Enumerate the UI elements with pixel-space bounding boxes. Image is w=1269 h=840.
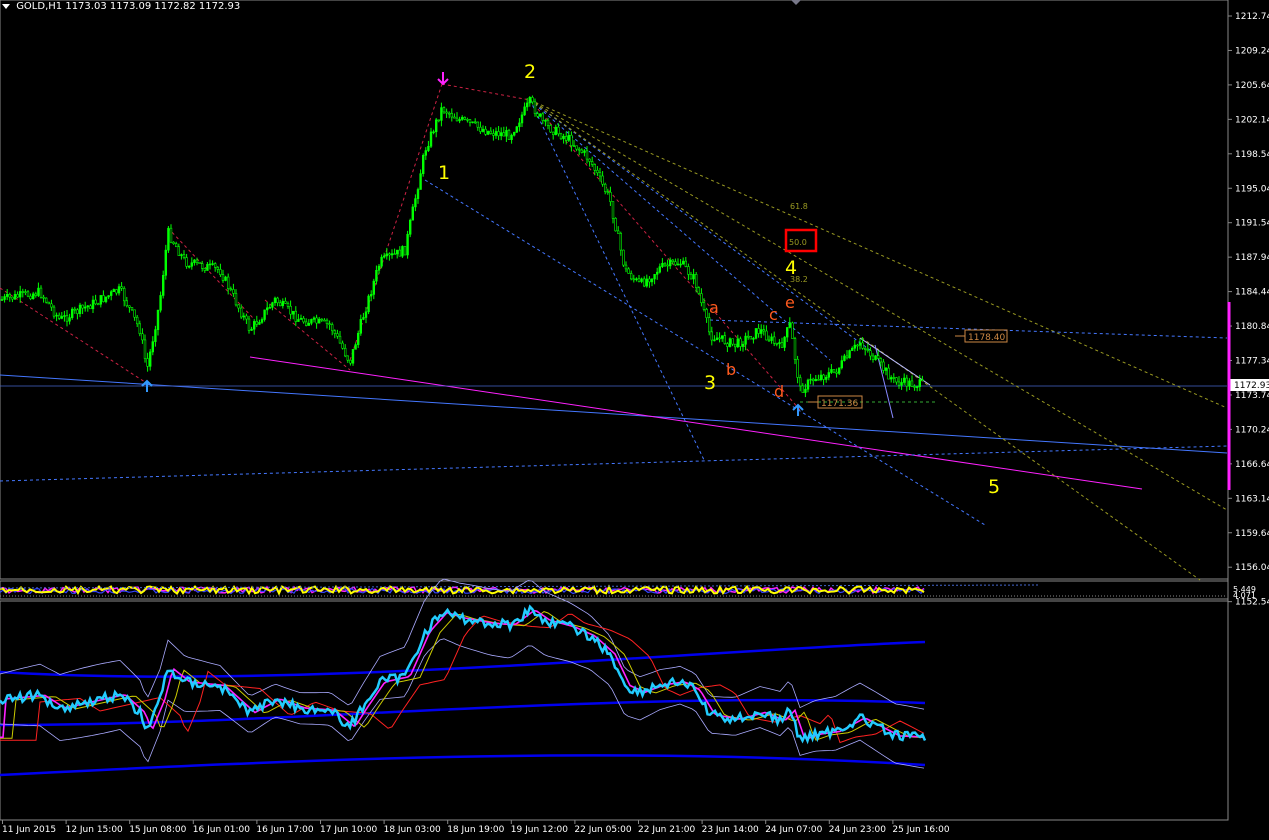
price-tag-1178: 1178.40	[955, 329, 1008, 343]
price-tick-label: 1163.14	[1235, 494, 1269, 504]
price-tick-label: 1166.64	[1235, 460, 1269, 470]
fib-382-label: 38.2	[790, 275, 808, 284]
price-axis: 1212.74 1209.24 1205.64 1202.14 1198.54 1195.…	[1228, 12, 1269, 608]
time-tick-label: 16 Jun 01:00	[193, 825, 250, 835]
wave-1-label: 1	[438, 162, 450, 184]
price-tick-label: 1212.74	[1235, 12, 1269, 22]
up-arrow-icon-2	[792, 403, 804, 416]
trendlines	[0, 83, 1228, 581]
up-arrow-icon	[141, 379, 153, 392]
wave-e-label: e	[785, 293, 795, 312]
oscillator-pane-frame	[0, 600, 1229, 821]
blue-dotted-horizontal	[0, 445, 1228, 482]
time-tick-label: 16 Jun 17:00	[256, 825, 313, 835]
wave-b-label: b	[726, 360, 736, 379]
price-tick-label: 1191.54	[1235, 219, 1269, 229]
blue-fan-1	[529, 99, 706, 463]
time-axis: 11 Jun 2015 12 Jun 15:00 15 Jun 08:00 16 Ju…	[2, 820, 950, 835]
time-tick-label: 24 Jun 23:00	[829, 825, 886, 835]
time-tick-label: 23 Jun 14:00	[702, 825, 759, 835]
wave-5-label: 5	[988, 476, 1000, 498]
price-tick-label: 1159.64	[1235, 529, 1269, 539]
blue-fan-3	[529, 99, 871, 351]
price-tick-label: 1209.24	[1235, 46, 1269, 56]
blue-trendline	[0, 374, 1228, 454]
wave-a-label: a	[709, 298, 719, 317]
fib-618-label: 61.8	[790, 202, 808, 211]
fib-50-label: 50.0	[789, 238, 807, 247]
price-tick-label: 1202.14	[1235, 115, 1269, 125]
time-tick-label: 19 Jun 12:00	[511, 825, 568, 835]
fib-fan-382	[529, 99, 1201, 581]
indicator-pane	[0, 584, 1227, 597]
time-tick-label: 18 Jun 03:00	[384, 825, 441, 835]
price-tick-label: 1198.54	[1235, 150, 1269, 160]
oscillator-pane	[0, 578, 927, 777]
price-tick-label: 1184.44	[1235, 288, 1269, 298]
red-dotted-5	[441, 83, 531, 101]
indicator-value-2: 4.071	[1233, 591, 1256, 600]
time-tick-label: 22 Jun 05:00	[574, 825, 631, 835]
wave-3-label: 3	[704, 372, 716, 394]
time-tick-label: 11 Jun 2015	[2, 825, 56, 835]
price-tick-label: 1173.74	[1235, 391, 1269, 401]
wave-c-label: c	[769, 305, 778, 324]
price-tick-label: 1180.84	[1235, 322, 1269, 332]
price-tag-1171: 1171.36	[808, 395, 863, 409]
time-tick-label: 12 Jun 15:00	[66, 825, 123, 835]
time-tick-label: 17 Jun 10:00	[320, 825, 377, 835]
down-arrow-icon	[437, 72, 449, 86]
time-tick-label: 25 Jun 16:00	[892, 825, 949, 835]
chart-shift-marker-icon[interactable]	[791, 0, 801, 5]
wave-d-label: d	[774, 382, 784, 401]
red-dotted-6	[529, 99, 801, 411]
current-price-text: 1172.93	[1234, 381, 1269, 391]
price-tick-label: 1177.34	[1235, 357, 1269, 367]
red-dotted-2	[167, 227, 254, 319]
svg-text:1171.36: 1171.36	[821, 399, 858, 409]
price-tick-label: 1156.04	[1235, 563, 1269, 573]
price-tick-label: 1170.24	[1235, 425, 1269, 435]
time-tick-label: 24 Jun 07:00	[765, 825, 822, 835]
blue-channel-lower	[424, 179, 986, 526]
magenta-trendline	[249, 356, 1143, 490]
svg-text:1178.40: 1178.40	[968, 333, 1005, 343]
time-tick-label: 15 Jun 08:00	[129, 825, 186, 835]
price-chart[interactable]: 1212.74 1209.24 1205.64 1202.14 1198.54 1195.…	[0, 0, 1269, 840]
wave-2-label: 2	[524, 61, 536, 83]
price-tick-label: 1195.04	[1235, 184, 1269, 194]
fib-fan-618	[529, 99, 1228, 409]
arrow-markers	[141, 72, 804, 416]
price-tick-label: 1205.64	[1235, 81, 1269, 91]
time-tick-label: 18 Jun 19:00	[447, 825, 504, 835]
price-tick-label: 1187.94	[1235, 253, 1269, 263]
time-tick-label: 22 Jun 21:00	[638, 825, 695, 835]
main-pane-frame	[0, 0, 1229, 580]
